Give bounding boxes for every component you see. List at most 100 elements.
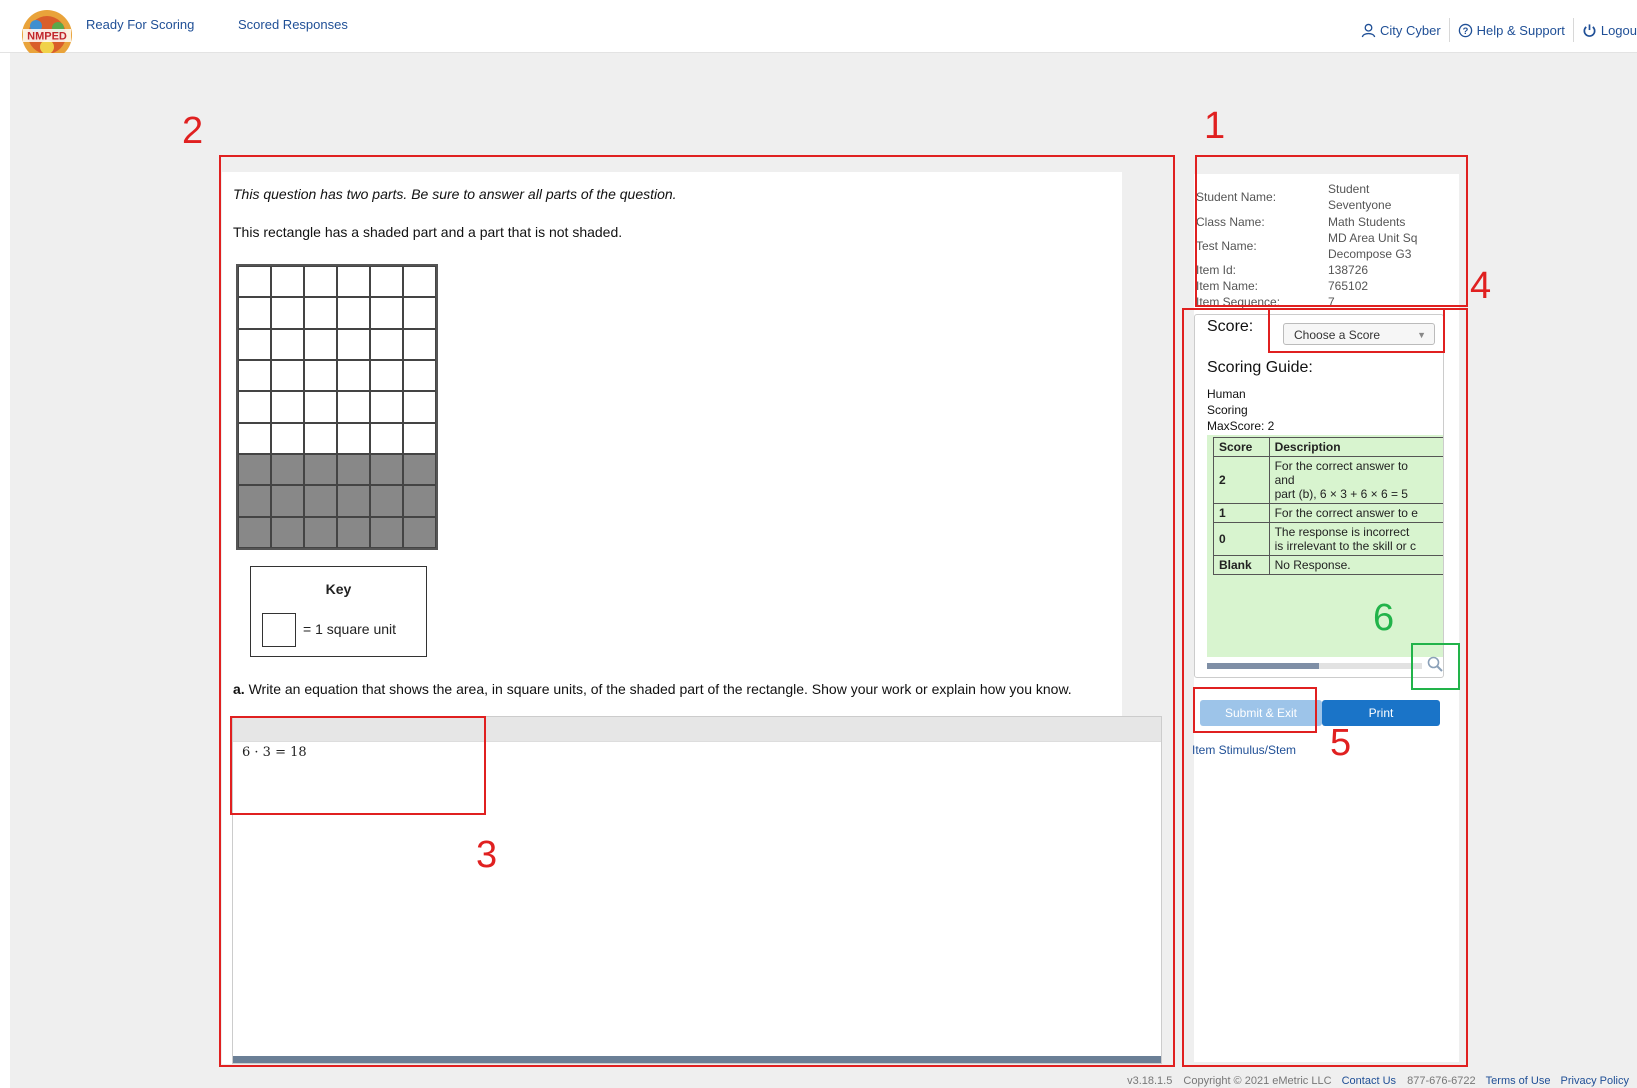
table-row: Blank No Response. (1213, 555, 1443, 575)
grid-cell-shaded (271, 516, 304, 548)
help-support-link[interactable]: ? Help & Support (1450, 18, 1574, 42)
grid-cell-shaded (403, 454, 436, 486)
nav-ready-for-scoring[interactable]: Ready For Scoring (86, 17, 194, 32)
grid-cell-shaded (403, 485, 436, 517)
terms-link[interactable]: Terms of Use (1486, 1075, 1551, 1087)
info-label: Item Id: (1196, 263, 1237, 277)
row-score: 0 (1213, 522, 1270, 556)
grid-cell (238, 422, 271, 454)
grid-cell (304, 391, 337, 423)
info-label: Item Name: (1196, 279, 1259, 293)
info-label: Student Name: (1196, 190, 1277, 204)
privacy-link[interactable]: Privacy Policy (1561, 1075, 1629, 1087)
grid-cell-shaded (337, 516, 370, 548)
grid-cell (403, 297, 436, 329)
grid-cell (403, 266, 436, 298)
info-value: Math Students (1328, 215, 1406, 229)
user-toolbar: City Cyber ? Help & Support Logou (1353, 18, 1637, 42)
score-select[interactable]: Choose a Score ▼ (1283, 323, 1435, 345)
grid-cell-shaded (238, 485, 271, 517)
figure-key: Key = 1 square unit (250, 566, 427, 657)
row-description: The response is incorrect is irrelevant t… (1268, 522, 1443, 556)
svg-text:NMPED: NMPED (27, 31, 67, 43)
editor-scrollbar[interactable] (233, 1056, 1161, 1063)
key-square-icon (262, 613, 296, 647)
magnify-icon[interactable] (1426, 655, 1444, 673)
svg-text:?: ? (1462, 25, 1468, 35)
info-value: Student (1328, 182, 1370, 196)
score-select-value: Choose a Score (1294, 328, 1381, 342)
grid-cell (304, 360, 337, 392)
grid-cell (403, 391, 436, 423)
grid-cell (304, 297, 337, 329)
grid-cell-shaded (403, 516, 436, 548)
annotation-number-5: 5 (1330, 722, 1352, 764)
desc-line: No Response. (1274, 558, 1351, 572)
rectangle-figure (236, 264, 438, 550)
grid-cell (304, 422, 337, 454)
part-a-text: Write an equation that shows the area, i… (244, 681, 1072, 697)
grid-cell-shaded (304, 485, 337, 517)
grid-cell-shaded (238, 454, 271, 486)
grid-cell (370, 422, 403, 454)
footer: v3.18.1.5 Copyright © 2021 eMetric LLC C… (1127, 1075, 1629, 1087)
key-label: = 1 square unit (303, 621, 397, 637)
grid-cell (337, 328, 370, 360)
grid-cell (337, 360, 370, 392)
user-name: City Cyber (1379, 22, 1441, 38)
grid-cell-shaded (238, 516, 271, 548)
header-description: Description (1268, 437, 1443, 457)
grid-cell (370, 360, 403, 392)
guide-horizontal-scrollbar[interactable] (1207, 663, 1422, 669)
meta-line: Human (1207, 387, 1246, 401)
grid-cell (370, 266, 403, 298)
grid-cell (238, 266, 271, 298)
annotation-number-6: 6 (1373, 597, 1395, 639)
power-icon (1583, 23, 1596, 37)
scoring-panel: Score: Choose a Score ▼ Scoring Guide: H… (1194, 314, 1444, 678)
logout-link[interactable]: Logou (1574, 18, 1637, 42)
desc-line: part (b), 6 × 3 + 6 × 6 = 5 (1274, 487, 1408, 501)
grid-cell (238, 391, 271, 423)
grid-cell (403, 328, 436, 360)
grid-cell (271, 297, 304, 329)
info-value: 138726 (1328, 263, 1369, 277)
grid-cell-shaded (271, 485, 304, 517)
grid-cell (370, 391, 403, 423)
info-label: Item Sequence: (1196, 295, 1281, 309)
contact-link[interactable]: Contact Us (1342, 1075, 1396, 1087)
row-description: For the correct answer to e (1268, 503, 1443, 523)
info-label: Test Name: (1196, 239, 1257, 253)
user-icon (1361, 23, 1376, 37)
grid-cell-shaded (370, 485, 403, 517)
grid-cell-shaded (370, 454, 403, 486)
grid-cell (337, 266, 370, 298)
info-value: MD Area Unit Sq (1328, 231, 1418, 245)
grid-cell (271, 360, 304, 392)
grid-cell (238, 328, 271, 360)
grid-cell-shaded (337, 454, 370, 486)
grid-cell-shaded (304, 516, 337, 548)
version-text: v3.18.1.5 (1127, 1075, 1173, 1087)
nav-scored-responses[interactable]: Scored Responses (238, 17, 348, 32)
user-menu[interactable]: City Cyber (1353, 18, 1450, 42)
annotation-number-3: 3 (476, 834, 498, 876)
editor-toolbar (233, 717, 1161, 742)
grid-cell-shaded (337, 485, 370, 517)
info-value: 765102 (1328, 279, 1369, 293)
item-stimulus-stem-link[interactable]: Item Stimulus/Stem (1192, 743, 1296, 757)
scrollbar-thumb[interactable] (1207, 663, 1319, 669)
top-nav-bar: NMPED Ready For Scoring Scored Responses… (0, 0, 1637, 74)
response-editor[interactable]: 6 · 3 = 18 (232, 716, 1162, 1064)
grid-cell (403, 422, 436, 454)
part-a-marker: a. (233, 681, 245, 697)
part-a-prompt: a. Write an equation that shows the area… (233, 680, 1148, 698)
grid-cell (337, 297, 370, 329)
grid-cell (271, 422, 304, 454)
help-icon: ? (1458, 23, 1472, 37)
submit-exit-button[interactable]: Submit & Exit (1200, 700, 1322, 726)
grid-cell-shaded (370, 516, 403, 548)
grid-cell-shaded (271, 454, 304, 486)
grid-cell (370, 297, 403, 329)
key-title: Key (325, 581, 352, 597)
